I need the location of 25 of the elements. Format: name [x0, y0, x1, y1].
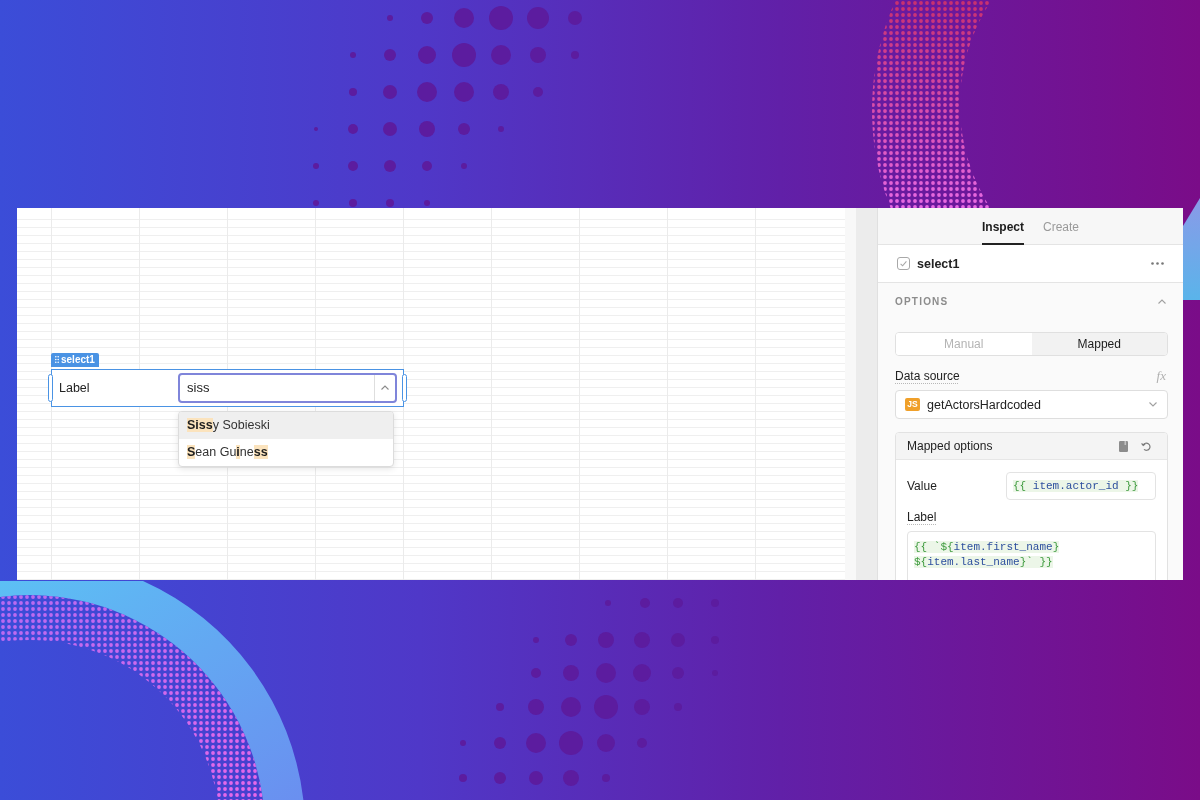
document-icon[interactable] — [1119, 440, 1128, 452]
section-title: OPTIONS — [895, 295, 949, 307]
data-source-select[interactable]: JS getActorsHardcoded — [895, 390, 1168, 419]
dropdown-option[interactable]: Sean Guiness — [179, 438, 393, 466]
card-title: Mapped options — [907, 439, 993, 453]
refresh-icon[interactable] — [1141, 440, 1152, 452]
script-type-badge: JS — [905, 398, 920, 411]
resize-handle[interactable] — [48, 373, 53, 402]
field-label: Value — [907, 479, 938, 493]
code-input[interactable]: {{ item.actor_id }} — [1006, 472, 1156, 500]
ellipsis-icon[interactable] — [1151, 262, 1164, 265]
code-input[interactable]: {{ `${item.first_name} ${item.last_name}` }} — [907, 531, 1156, 580]
field-label: Label — [59, 380, 91, 395]
caret-up-icon[interactable] — [381, 385, 389, 390]
field-label: Data source — [895, 369, 960, 383]
dropdown-option[interactable]: Sissy Sobieski — [179, 411, 393, 439]
grip-icon — [55, 356, 59, 363]
chevron-down-icon — [1149, 402, 1157, 407]
segment-button[interactable]: Mapped — [1031, 333, 1167, 355]
select-field[interactable]: siss — [178, 372, 397, 403]
field-label: Label — [907, 510, 937, 524]
checkbox-icon — [897, 257, 910, 270]
chevron-up-icon[interactable] — [1158, 298, 1166, 304]
resize-handle[interactable] — [402, 373, 407, 402]
component-name: select1 — [917, 256, 960, 271]
